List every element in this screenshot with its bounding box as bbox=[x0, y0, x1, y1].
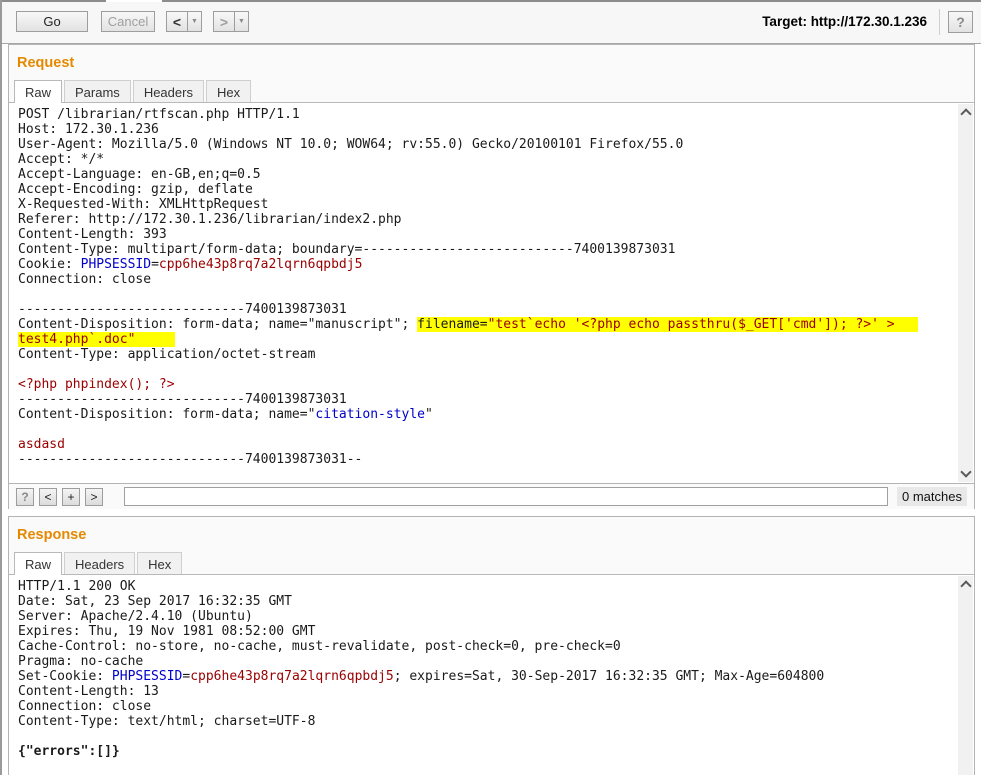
request-scrollbar[interactable] bbox=[958, 104, 973, 482]
response-tabs: RawHeadersHex bbox=[9, 552, 974, 575]
code-line: Content-Disposition: form-data; name="ci… bbox=[18, 407, 950, 422]
cancel-button[interactable]: Cancel bbox=[101, 11, 155, 32]
code-line: HTTP/1.1 200 OK bbox=[18, 579, 950, 594]
tab-hex[interactable]: Hex bbox=[206, 80, 251, 103]
request-tabs: RawParamsHeadersHex bbox=[9, 80, 974, 103]
tab-params[interactable]: Params bbox=[64, 80, 131, 103]
code-line: <?php phpindex(); ?> bbox=[18, 377, 950, 392]
history-forward-group: > ▼ bbox=[213, 11, 249, 32]
code-line: test4.php`.doc" bbox=[18, 332, 950, 347]
request-panel-title: Request bbox=[9, 45, 974, 71]
code-line: -----------------------------74001398730… bbox=[18, 302, 950, 317]
search-prev-button[interactable]: < bbox=[39, 488, 57, 506]
request-raw-text[interactable]: POST /librarian/rtfscan.php HTTP/1.1Host… bbox=[9, 103, 974, 471]
code-line bbox=[18, 287, 950, 302]
code-line bbox=[18, 422, 950, 437]
code-line: Accept: */* bbox=[18, 152, 950, 167]
code-line: Referer: http://172.30.1.236/librarian/i… bbox=[18, 212, 950, 227]
code-line: Content-Type: application/octet-stream bbox=[18, 347, 950, 362]
active-tab-notch bbox=[106, 0, 162, 2]
code-line: POST /librarian/rtfscan.php HTTP/1.1 bbox=[18, 107, 950, 122]
scroll-up-icon[interactable] bbox=[960, 580, 971, 591]
target-label: Target: http://172.30.1.236 bbox=[762, 14, 927, 29]
history-back-button[interactable]: < bbox=[166, 11, 188, 32]
code-line: Content-Type: text/html; charset=UTF-8 bbox=[18, 714, 950, 729]
response-panel-title: Response bbox=[9, 517, 974, 543]
history-forward-dropdown-icon[interactable]: ▼ bbox=[235, 11, 249, 32]
code-line: Connection: close bbox=[18, 272, 950, 287]
tab-raw[interactable]: Raw bbox=[14, 552, 62, 575]
search-add-button[interactable]: + bbox=[62, 488, 80, 506]
search-next-button[interactable]: > bbox=[85, 488, 103, 506]
search-help-button[interactable]: ? bbox=[16, 488, 34, 506]
tab-raw[interactable]: Raw bbox=[14, 80, 62, 103]
history-back-group: < ▼ bbox=[166, 11, 202, 32]
history-back-dropdown-icon[interactable]: ▼ bbox=[188, 11, 202, 32]
scroll-down-icon[interactable] bbox=[960, 466, 971, 477]
code-line: {"errors":[]} bbox=[18, 744, 950, 759]
code-line: Server: Apache/2.4.10 (Ubuntu) bbox=[18, 609, 950, 624]
code-line: Content-Type: multipart/form-data; bound… bbox=[18, 242, 950, 257]
search-matches-label: 0 matches bbox=[897, 487, 967, 506]
search-buttons: ? < + > bbox=[16, 488, 108, 506]
code-line: Content-Length: 13 bbox=[18, 684, 950, 699]
code-line: -----------------------------74001398730… bbox=[18, 452, 950, 467]
code-line: Set-Cookie: PHPSESSID=cpp6he43p8rq7a2lqr… bbox=[18, 669, 950, 684]
code-line: Connection: close bbox=[18, 699, 950, 714]
code-line: Expires: Thu, 19 Nov 1981 08:52:00 GMT bbox=[18, 624, 950, 639]
tab-headers[interactable]: Headers bbox=[64, 552, 135, 575]
code-line: Content-Length: 393 bbox=[18, 227, 950, 242]
help-button[interactable]: ? bbox=[948, 11, 973, 33]
code-line: asdasd bbox=[18, 437, 950, 452]
search-input[interactable] bbox=[124, 487, 888, 506]
code-line: Cookie: PHPSESSID=cpp6he43p8rq7a2lqrn6qp… bbox=[18, 257, 950, 272]
code-line: Accept-Encoding: gzip, deflate bbox=[18, 182, 950, 197]
request-editor[interactable]: POST /librarian/rtfscan.php HTTP/1.1Host… bbox=[9, 103, 974, 483]
go-button[interactable]: Go bbox=[16, 11, 88, 32]
code-line: Cache-Control: no-store, no-cache, must-… bbox=[18, 639, 950, 654]
code-line: Host: 172.30.1.236 bbox=[18, 122, 950, 137]
response-editor[interactable]: HTTP/1.1 200 OKDate: Sat, 23 Sep 2017 16… bbox=[9, 575, 974, 775]
request-panel: Request RawParamsHeadersHex POST /librar… bbox=[8, 44, 975, 509]
code-line bbox=[18, 729, 950, 744]
response-panel: Response RawHeadersHex HTTP/1.1 200 OKDa… bbox=[8, 516, 975, 775]
code-line: Content-Disposition: form-data; name="ma… bbox=[18, 317, 950, 332]
code-line: X-Requested-With: XMLHttpRequest bbox=[18, 197, 950, 212]
code-line: Date: Sat, 23 Sep 2017 16:32:35 GMT bbox=[18, 594, 950, 609]
code-line bbox=[18, 362, 950, 377]
request-search-bar: ? < + > 0 matches bbox=[9, 483, 974, 509]
response-raw-text[interactable]: HTTP/1.1 200 OKDate: Sat, 23 Sep 2017 16… bbox=[9, 575, 974, 763]
code-line: Pragma: no-cache bbox=[18, 654, 950, 669]
tab-headers[interactable]: Headers bbox=[133, 80, 204, 103]
tab-hex[interactable]: Hex bbox=[137, 552, 182, 575]
code-line: Accept-Language: en-GB,en;q=0.5 bbox=[18, 167, 950, 182]
code-line: -----------------------------74001398730… bbox=[18, 392, 950, 407]
repeater-toolbar: Go Cancel < ▼ > ▼ Target: http://172.30.… bbox=[2, 0, 981, 44]
toolbar-separator bbox=[939, 9, 940, 35]
scroll-up-icon[interactable] bbox=[960, 108, 971, 119]
history-forward-button[interactable]: > bbox=[213, 11, 235, 32]
code-line: User-Agent: Mozilla/5.0 (Windows NT 10.0… bbox=[18, 137, 950, 152]
response-scrollbar[interactable] bbox=[958, 576, 973, 775]
